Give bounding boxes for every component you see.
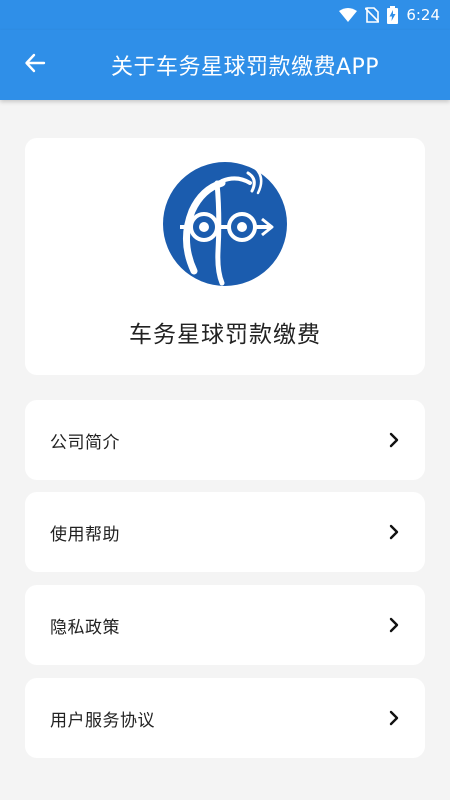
chevron-right-icon — [388, 710, 400, 726]
menu-item-label: 使用帮助 — [50, 524, 120, 545]
wifi-icon — [339, 8, 358, 22]
chevron-right-icon — [388, 432, 400, 448]
menu-item-user-agreement[interactable]: 用户服务协议 — [25, 678, 425, 758]
menu-item-label: 隐私政策 — [50, 617, 120, 638]
no-sim-icon — [365, 7, 380, 23]
battery-charging-icon — [387, 6, 399, 24]
page-title: 关于车务星球罚款缴费APP — [110, 55, 380, 80]
menu-item-help[interactable]: 使用帮助 — [25, 492, 425, 572]
menu-item-privacy-policy[interactable]: 隐私政策 — [25, 585, 425, 665]
menu-item-label: 公司简介 — [50, 432, 120, 453]
app-bar: 关于车务星球罚款缴费APP — [0, 30, 450, 100]
chevron-right-icon — [388, 524, 400, 540]
back-button[interactable] — [0, 30, 70, 100]
app-logo — [162, 161, 288, 287]
app-info-card: 车务星球罚款缴费 — [25, 138, 425, 375]
menu-item-label: 用户服务协议 — [50, 710, 155, 731]
status-bar: 6:24 — [0, 0, 450, 30]
chevron-right-icon — [388, 617, 400, 633]
arrow-left-icon — [24, 52, 46, 78]
status-time: 6:24 — [406, 6, 440, 24]
menu-item-company-intro[interactable]: 公司简介 — [25, 400, 425, 480]
app-name: 车务星球罚款缴费 — [129, 322, 321, 348]
